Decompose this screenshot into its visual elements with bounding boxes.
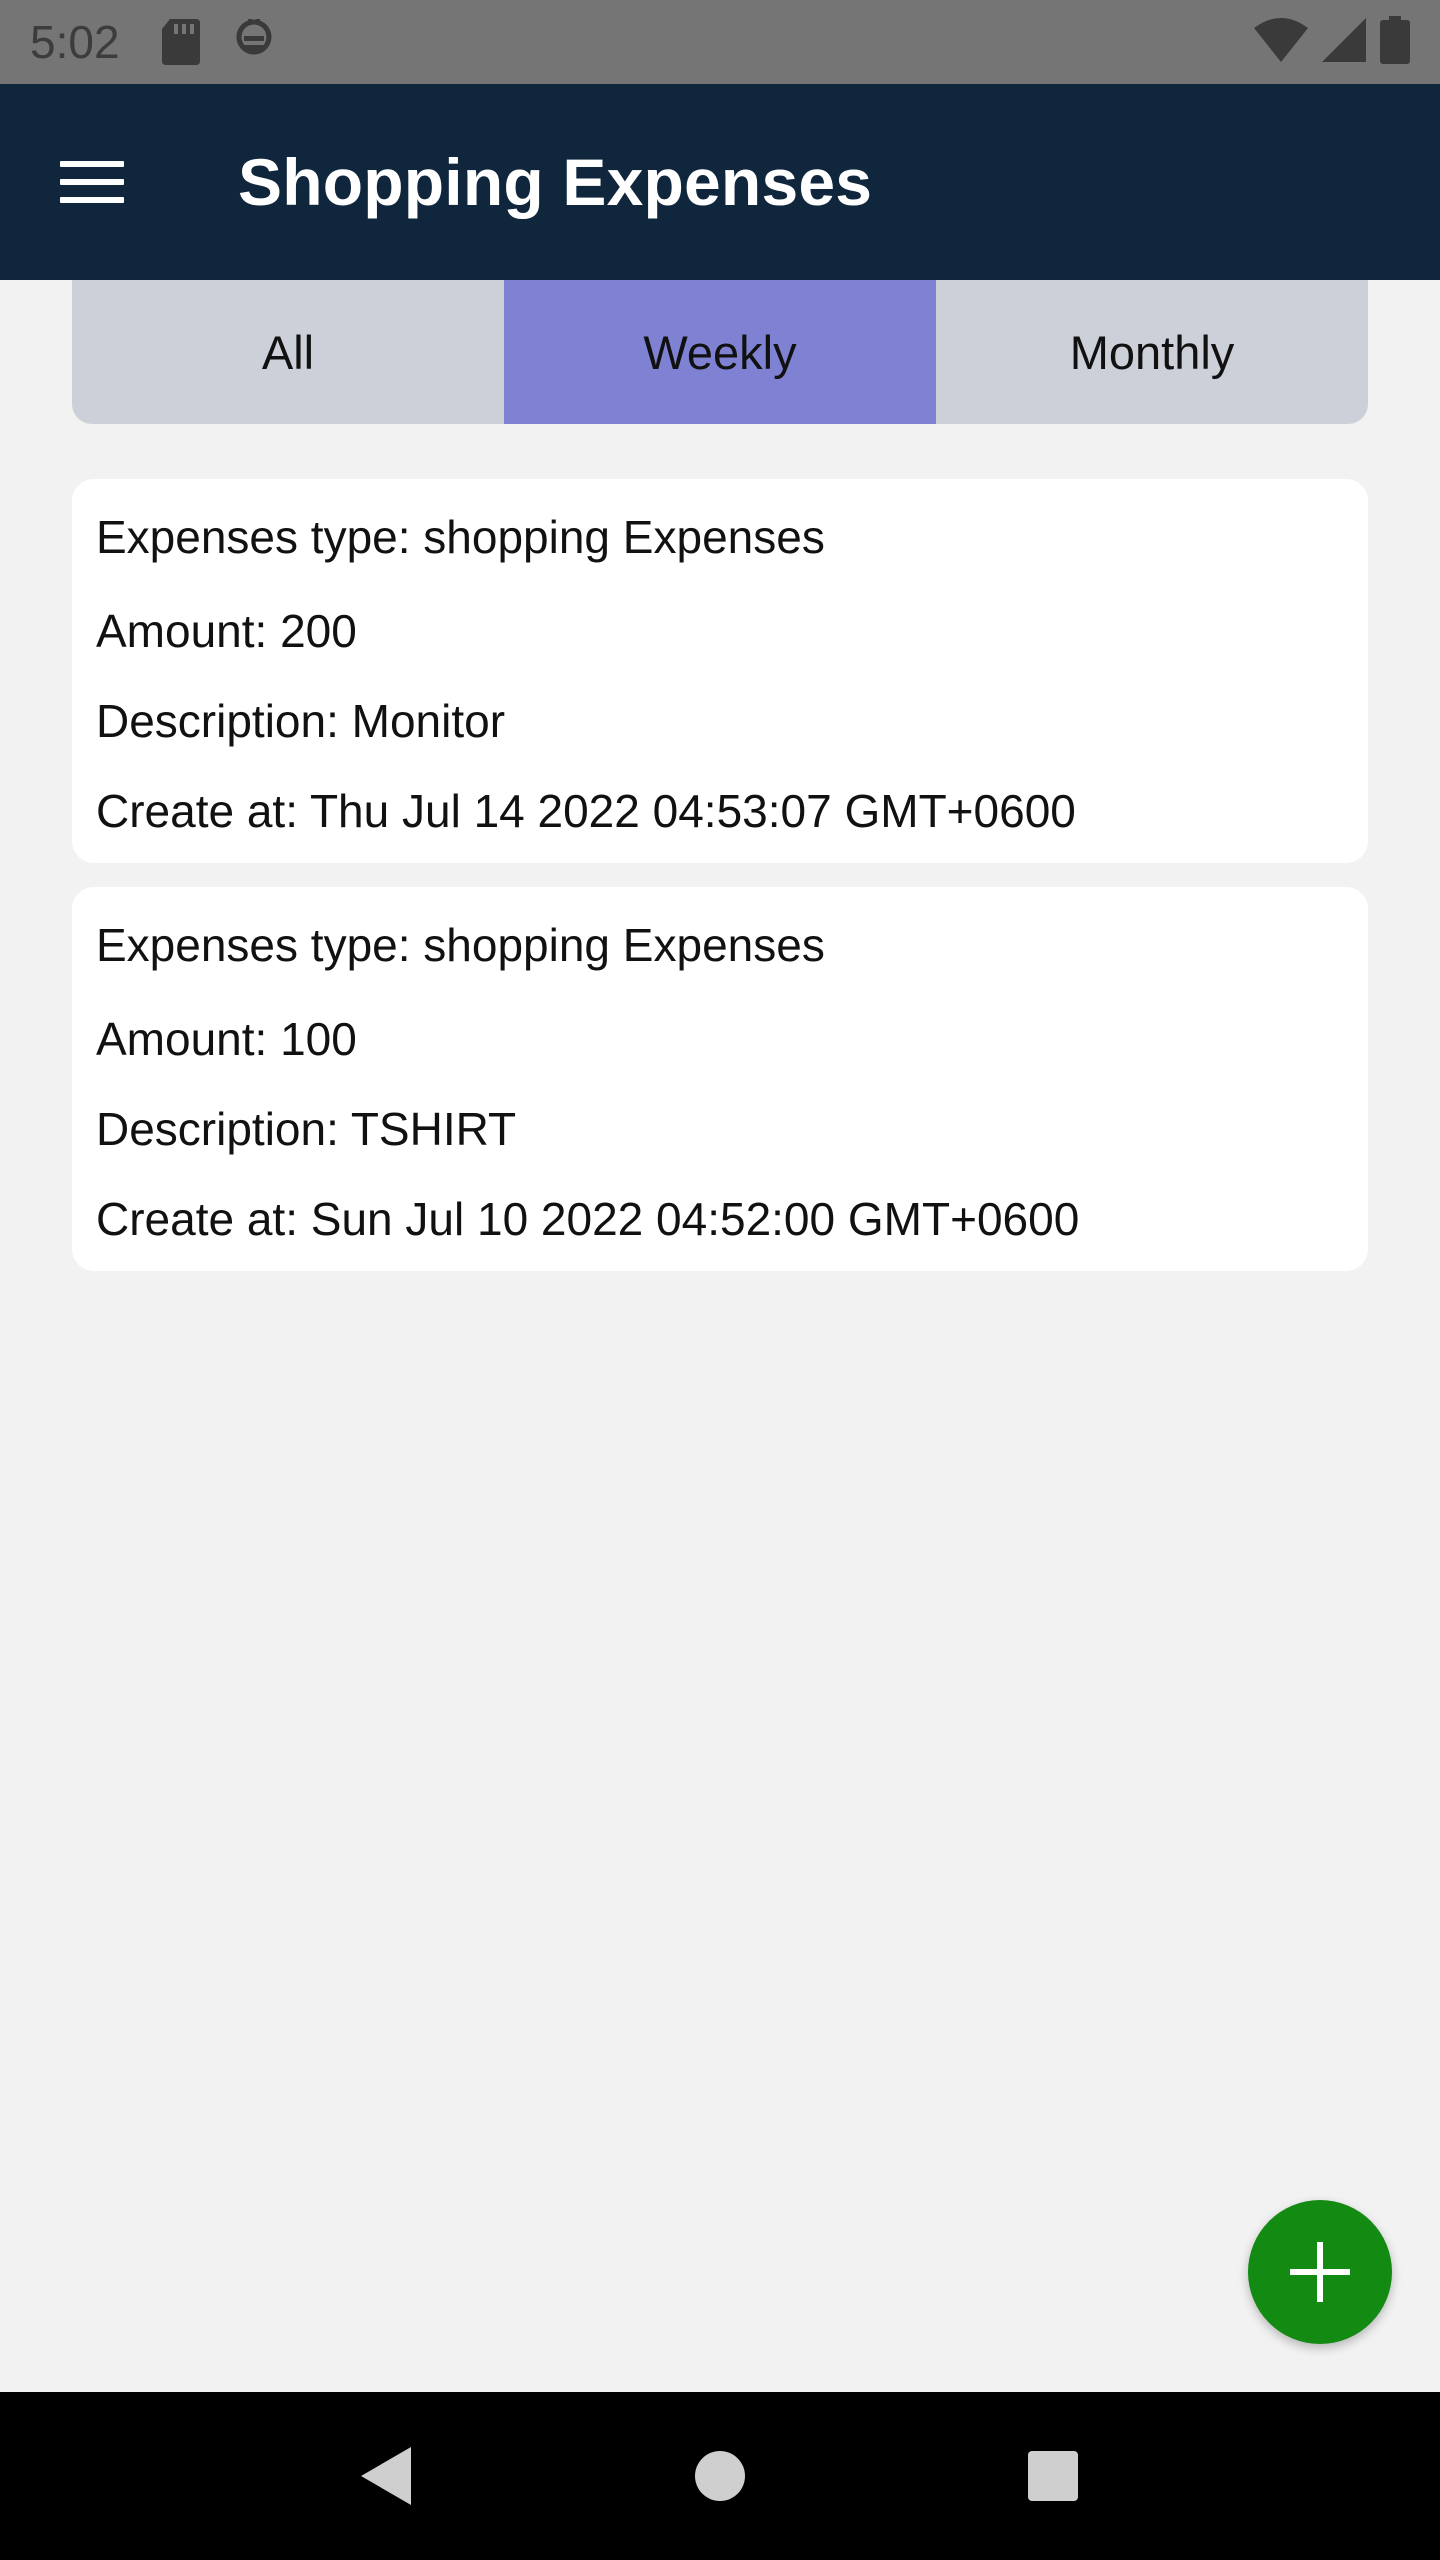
debug-icon [234,19,274,65]
home-icon[interactable] [660,2416,780,2536]
expense-amount: Amount: 200 [96,605,357,657]
screen: 5:02 Shopping Expenses All Weekly Monthl… [0,0,1440,2560]
add-expense-button[interactable] [1248,2200,1392,2344]
expense-type: Expenses type: shopping Expenses [96,919,825,971]
app-bar: Shopping Expenses [0,84,1440,280]
page-title: Shopping Expenses [238,145,873,219]
recents-icon[interactable] [993,2416,1113,2536]
sd-card-icon [161,19,200,65]
tab-all[interactable]: All [72,280,504,424]
expense-type: Expenses type: shopping Expenses [96,511,825,563]
status-bar: 5:02 [0,0,1440,84]
expense-amount: Amount: 100 [96,1013,357,1065]
back-icon[interactable] [327,2416,447,2536]
signal-icon [1322,17,1366,67]
tab-monthly[interactable]: Monthly [936,280,1368,424]
expense-description: Description: TSHIRT [96,1103,517,1155]
battery-icon [1380,15,1410,69]
status-time: 5:02 [30,16,120,68]
expense-created-at: Create at: Sun Jul 10 2022 04:52:00 GMT+… [96,1193,1080,1245]
period-tabs: All Weekly Monthly [72,280,1368,424]
status-right [1254,15,1410,69]
wifi-icon [1254,17,1308,67]
expense-card[interactable]: Expenses type: shopping Expenses Amount:… [72,479,1368,863]
tab-weekly[interactable]: Weekly [504,280,936,424]
expense-card[interactable]: Expenses type: shopping Expenses Amount:… [72,887,1368,1271]
expense-created-at: Create at: Thu Jul 14 2022 04:53:07 GMT+… [96,785,1076,837]
hamburger-menu-icon[interactable] [32,122,152,242]
plus-icon [1290,2242,1350,2302]
navigation-bar [0,2392,1440,2560]
expense-description: Description: Monitor [96,695,506,747]
